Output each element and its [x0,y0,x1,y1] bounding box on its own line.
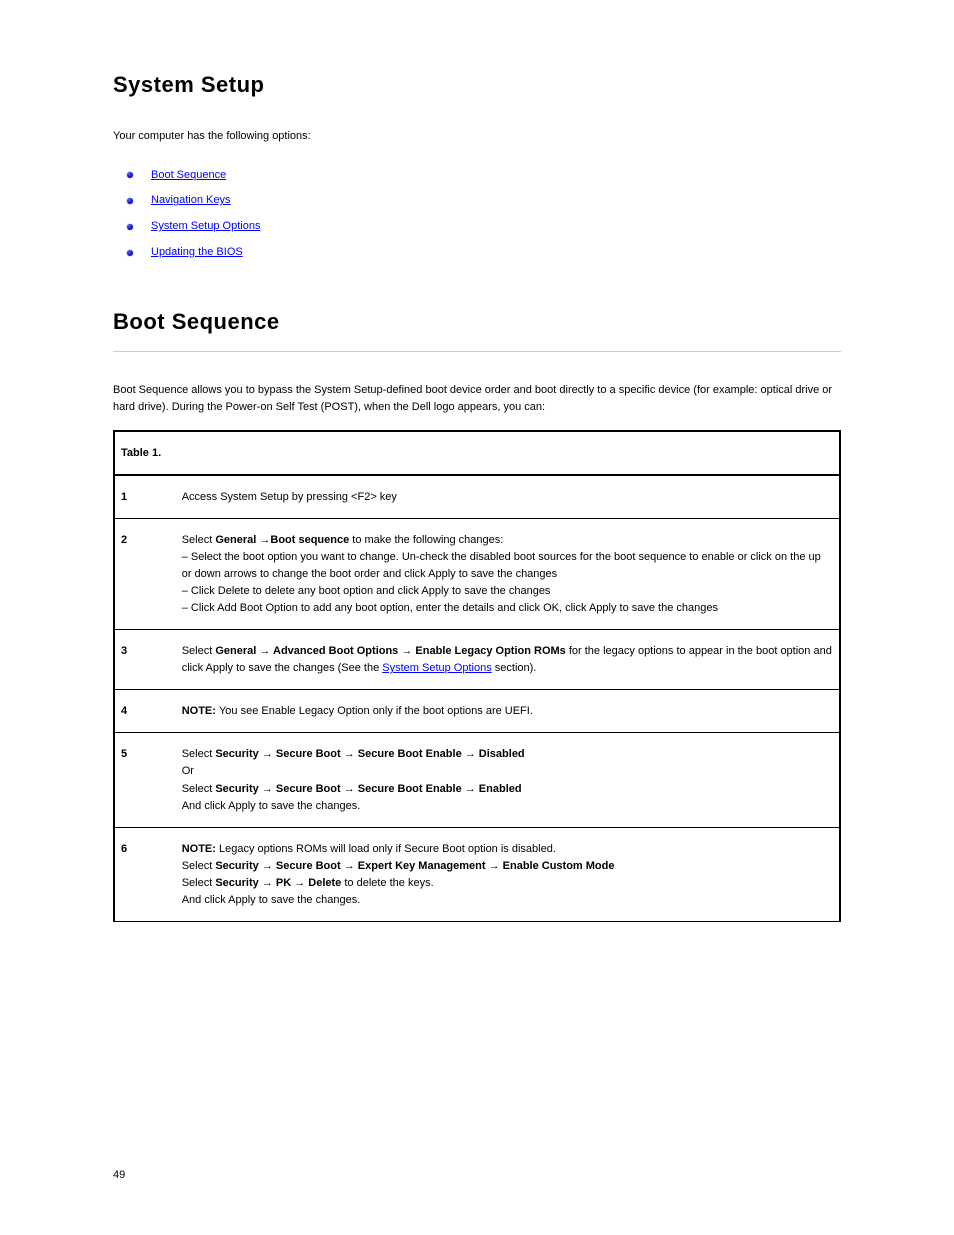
table-row: 5 Select Security → Secure Boot → Secure… [114,733,840,827]
divider [113,351,841,352]
step-label: 2 [114,519,176,630]
navigation-keys-link[interactable]: Navigation Keys [151,194,231,206]
step-text: Select Security → Secure Boot → Secure B… [176,733,840,827]
table-caption: Table 1. [114,431,176,475]
arrow-icon: → [344,783,355,795]
arrow-icon: → [489,860,500,872]
step-text: Select General → Advanced Boot Options →… [176,630,840,690]
arrow-icon: → [294,877,305,889]
arrow-icon: → [262,860,273,872]
table-row: 6 NOTE: Legacy options ROMs will load on… [114,827,840,921]
arrow-icon: → [401,645,412,657]
boot-sequence-link[interactable]: Boot Sequence [151,169,226,181]
arrow-icon: → [465,748,476,760]
step-text: NOTE: You see Enable Legacy Option only … [176,690,840,733]
page-title: System Setup [113,72,841,98]
arrow-icon: → [344,860,355,872]
arrow-icon: → [465,783,476,795]
table-row: 4 NOTE: You see Enable Legacy Option onl… [114,690,840,733]
step-text: NOTE: Legacy options ROMs will load only… [176,827,840,921]
sub-line: And click Apply to save the changes. [182,892,833,909]
step-text: Select General →Boot sequence to make th… [176,519,840,630]
sub-line: – Click Delete to delete any boot option… [182,583,833,600]
step-label: 3 [114,630,176,690]
arrow-icon: → [259,645,270,657]
system-setup-options-link[interactable]: System Setup Options [151,220,260,232]
bios-steps-table: Table 1. 1 Access System Setup by pressi… [113,430,841,922]
system-setup-options-inline-link[interactable]: System Setup Options [382,662,491,674]
sub-line: Or [182,763,833,780]
table-row: 1 Access System Setup by pressing <F2> k… [114,475,840,519]
section-intro: Boot Sequence allows you to bypass the S… [113,382,841,416]
table-row: 3 Select General → Advanced Boot Options… [114,630,840,690]
step-label: 4 [114,690,176,733]
step-label: 6 [114,827,176,921]
arrow-icon: → [262,748,273,760]
arrow-icon: → [344,748,355,760]
bullet-list: Boot Sequence Navigation Keys System Set… [113,163,841,266]
updating-the-bios-link[interactable]: Updating the BIOS [151,246,243,258]
table-row: 2 Select General →Boot sequence to make … [114,519,840,630]
arrow-icon: → [262,783,273,795]
sub-line: – Click Add Boot Option to add any boot … [182,600,833,617]
sub-line: – Select the boot option you want to cha… [182,549,833,583]
step-text: Access System Setup by pressing <F2> key [176,475,840,519]
intro-text: Your computer has the following options: [113,128,841,145]
page-number: 49 [113,1169,125,1181]
step-label: 1 [114,475,176,519]
sub-line: And click Apply to save the changes. [182,798,833,815]
step-label: 5 [114,733,176,827]
section-title: Boot Sequence [113,309,841,335]
arrow-icon: → [259,534,270,546]
arrow-icon: → [262,877,273,889]
